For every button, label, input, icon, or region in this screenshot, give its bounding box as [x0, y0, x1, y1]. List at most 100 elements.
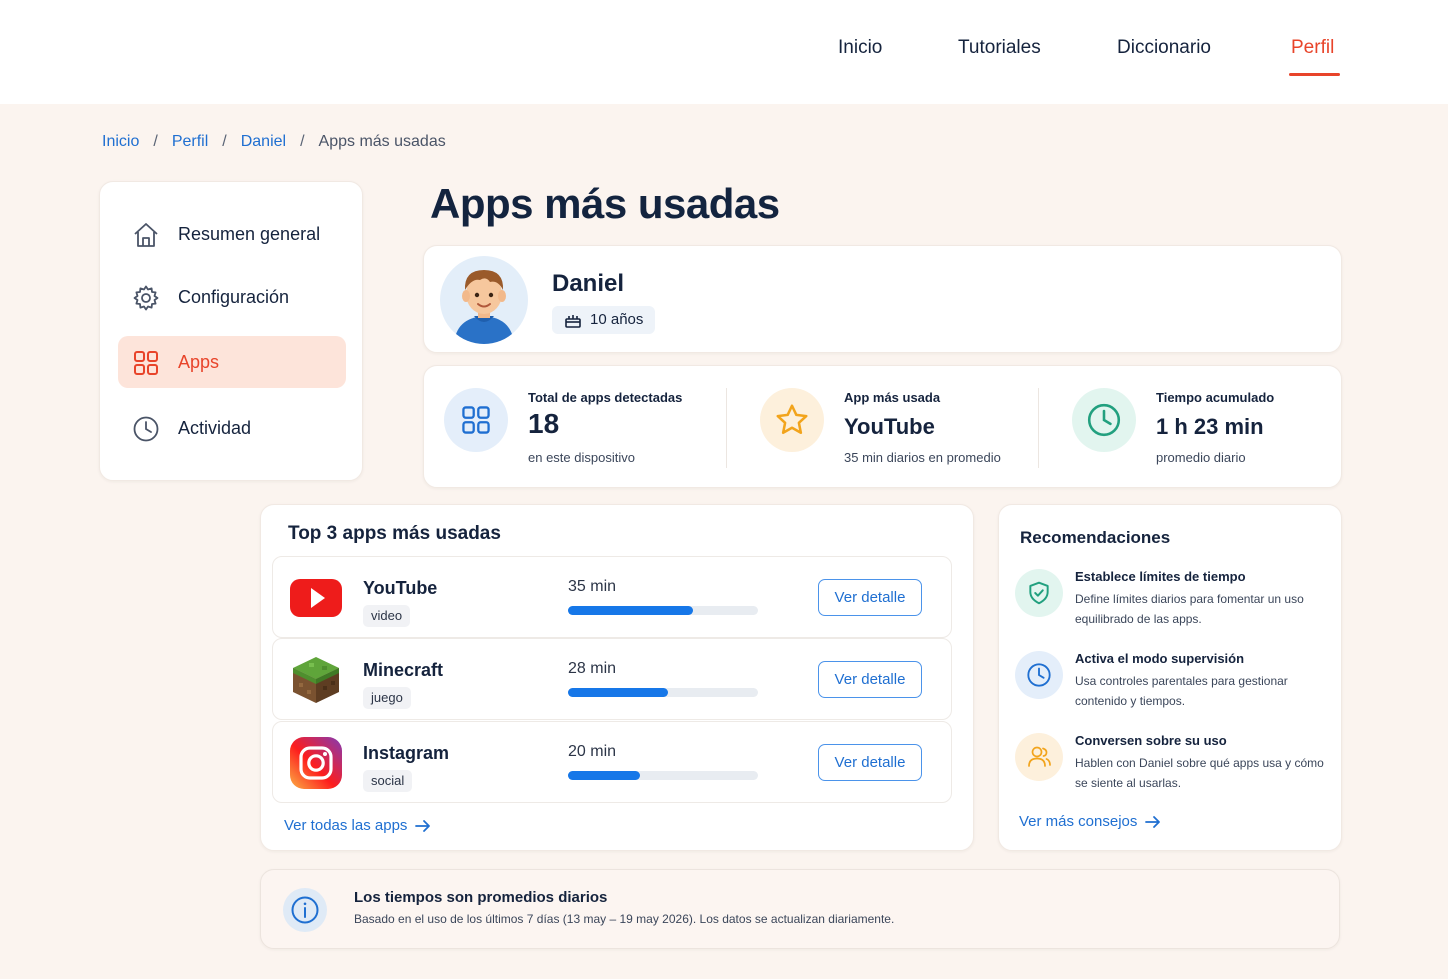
home-icon: [132, 221, 160, 249]
sidebar-item-actividad[interactable]: Actividad: [118, 402, 346, 454]
divider: [726, 388, 727, 468]
usage-bar-fill: [568, 606, 694, 615]
clock-icon: [1072, 388, 1136, 452]
breadcrumb-inicio[interactable]: Inicio: [102, 133, 139, 151]
sidebar-item-label: Apps: [178, 351, 220, 372]
recommendations-card: Recomendaciones Establece límites de tie…: [998, 504, 1342, 851]
page-title: Apps más usadas: [430, 180, 780, 227]
stat-value: 18: [528, 408, 560, 439]
info-icon: [283, 888, 327, 932]
top-apps-title: Top 3 apps más usadas: [288, 523, 501, 544]
nav-diccionario[interactable]: Diccionario: [1117, 36, 1211, 60]
more-tips-link[interactable]: Ver más consejos: [1019, 813, 1161, 830]
info-notice: Los tiempos son promedios diarios Basado…: [260, 869, 1340, 949]
nav-tutoriales[interactable]: Tutoriales: [958, 36, 1041, 60]
link-text: Ver todas las apps: [284, 817, 408, 834]
recommendation-item: Activa el modo supervisión Usa controles…: [1015, 651, 1335, 721]
app-row-instagram: Instagram social 20 min Ver detalle: [272, 721, 952, 803]
youtube-icon: [289, 571, 343, 625]
breadcrumb-separator: /: [222, 133, 227, 150]
link-text: Ver más consejos: [1019, 813, 1138, 830]
apps-grid-icon: [444, 388, 508, 452]
sidebar: Resumen general Configuración Apps Activ…: [99, 181, 363, 481]
top-navigation-bar: Inicio Tutoriales Diccionario Perfil: [0, 0, 1448, 104]
app-row-youtube: YouTube video 35 min Ver detalle: [272, 556, 952, 638]
recommendation-item: Establece límites de tiempo Define límit…: [1015, 569, 1335, 639]
recommendation-text: Hablen con Daniel sobre qué apps usa y c…: [1075, 756, 1324, 790]
app-time: 20 min: [568, 743, 617, 760]
sidebar-item-configuracion[interactable]: Configuración: [118, 271, 346, 323]
people-icon: [1015, 733, 1063, 781]
stat-total-time: Tiempo acumulado 1 h 23 min promedio dia…: [1052, 366, 1352, 489]
sidebar-item-apps[interactable]: Apps: [118, 336, 346, 388]
divider: [1038, 388, 1039, 468]
nav-perfil[interactable]: Perfil: [1288, 36, 1341, 76]
cake-icon: [565, 315, 581, 328]
info-text: Basado en el uso de los últimos 7 días (…: [354, 912, 895, 926]
breadcrumb: Inicio / Perfil / Daniel / Apps más usad…: [102, 133, 446, 151]
main-nav: Inicio Tutoriales Diccionario Perfil: [0, 36, 1448, 86]
stat-total-apps: Total de apps detectadas 18 en este disp…: [424, 366, 724, 489]
usage-bar-fill: [568, 688, 669, 697]
stat-sub: promedio diario: [1156, 450, 1246, 465]
age-badge: 10 años: [552, 306, 656, 334]
info-title: Los tiempos son promedios diarios: [354, 889, 608, 906]
apps-grid-icon: [132, 349, 160, 377]
recommendation-text: Usa controles parentales para gestionar …: [1075, 674, 1288, 708]
profile-card: Daniel 10 años: [423, 245, 1342, 353]
age-text: 10 años: [590, 311, 644, 328]
arrow-right-icon: [415, 819, 431, 832]
minecraft-icon: [289, 653, 343, 707]
breadcrumb-current: Apps más usadas: [318, 133, 446, 150]
breadcrumb-daniel[interactable]: Daniel: [241, 133, 286, 151]
usage-bar: [568, 771, 758, 780]
app-name: Instagram: [363, 743, 450, 763]
sidebar-item-label: Resumen general: [178, 223, 321, 244]
recommendation-title: Conversen sobre su uso: [1075, 733, 1227, 748]
shield-check-icon: [1015, 569, 1063, 617]
stat-label: App más usada: [844, 390, 941, 405]
stat-top-app: App más usada YouTube 35 min diarios en …: [740, 366, 1040, 489]
star-icon: [760, 388, 824, 452]
app-row-minecraft: Minecraft juego 28 min Ver detalle: [272, 638, 952, 720]
view-detail-button[interactable]: Ver detalle: [818, 661, 922, 698]
view-detail-button[interactable]: Ver detalle: [818, 579, 922, 616]
clock-icon: [132, 415, 160, 443]
child-avatar-icon: [440, 256, 528, 344]
top-apps-card: Top 3 apps más usadas YouTube video 35 m…: [260, 504, 974, 851]
stat-label: Total de apps detectadas: [528, 390, 683, 405]
stat-value: YouTube: [844, 414, 935, 439]
instagram-icon: [289, 736, 343, 790]
breadcrumb-separator: /: [300, 133, 305, 150]
recommendation-title: Establece límites de tiempo: [1075, 569, 1246, 584]
app-name: YouTube: [363, 578, 438, 598]
gear-icon: [132, 284, 160, 312]
view-all-apps-link[interactable]: Ver todas las apps: [284, 817, 431, 834]
clock-icon: [1015, 651, 1063, 699]
breadcrumb-separator: /: [153, 133, 158, 150]
sidebar-item-label: Actividad: [178, 417, 252, 438]
nav-inicio[interactable]: Inicio: [838, 36, 882, 60]
sidebar-item-resumen[interactable]: Resumen general: [118, 208, 346, 260]
recommendations-title: Recomendaciones: [1020, 528, 1171, 547]
stat-label: Tiempo acumulado: [1156, 390, 1275, 405]
recommendation-item: Conversen sobre su uso Hablen con Daniel…: [1015, 733, 1335, 803]
app-time: 35 min: [568, 578, 617, 595]
app-category: video: [363, 605, 411, 627]
usage-bar: [568, 606, 758, 615]
stats-card: Total de apps detectadas 18 en este disp…: [423, 365, 1342, 488]
stat-sub: en este dispositivo: [528, 450, 635, 465]
app-name: Minecraft: [363, 660, 444, 680]
stat-value: 1 h 23 min: [1156, 414, 1264, 439]
recommendation-title: Activa el modo supervisión: [1075, 651, 1245, 666]
recommendation-text: Define límites diarios para fomentar un …: [1075, 592, 1304, 626]
app-category: social: [363, 770, 413, 792]
app-time: 28 min: [568, 660, 617, 677]
breadcrumb-perfil[interactable]: Perfil: [172, 133, 208, 151]
usage-bar-fill: [568, 771, 640, 780]
view-detail-button[interactable]: Ver detalle: [818, 744, 922, 781]
app-category: juego: [363, 687, 411, 709]
profile-name: Daniel: [552, 270, 625, 297]
sidebar-item-label: Configuración: [178, 286, 290, 307]
stat-sub: 35 min diarios en promedio: [844, 450, 1001, 465]
